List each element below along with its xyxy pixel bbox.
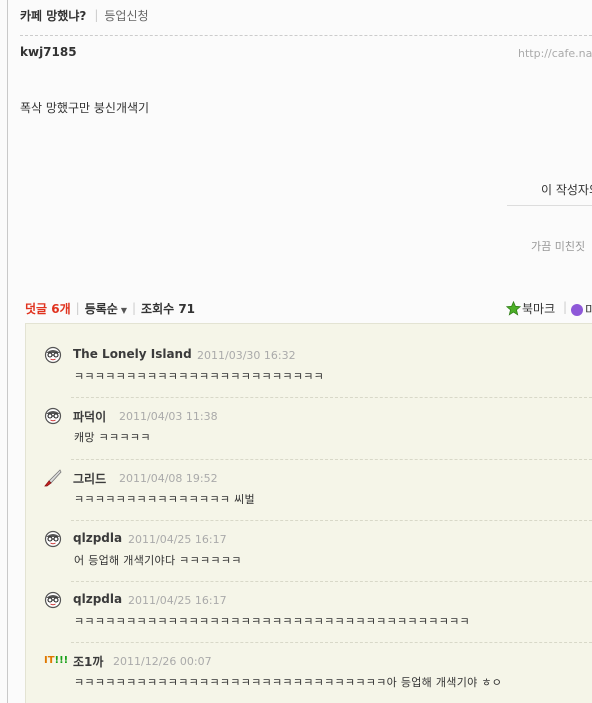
author-other-posts-label[interactable]: 이 작성자의 bbox=[541, 181, 592, 198]
comment-date: 2011/04/08 19:52 bbox=[119, 472, 218, 485]
comment-text: 어 등업해 개색기야다 ㅋㅋㅋㅋㅋㅋ bbox=[74, 554, 242, 567]
comment-bar: 덧글 6개 | 등록순 ▼ | 조회수 71 bbox=[25, 300, 195, 316]
comment-text: ㅋㅋㅋㅋㅋㅋㅋㅋㅋㅋㅋㅋㅋㅋㅋ 씨벌 bbox=[74, 493, 255, 506]
comment-divider bbox=[71, 459, 592, 460]
title-divider: | bbox=[94, 8, 99, 22]
comment-divider bbox=[71, 397, 592, 398]
post-url[interactable]: http://cafe.na bbox=[518, 47, 592, 60]
author-other-post-link[interactable]: 가끔 미친짓 bbox=[531, 238, 585, 254]
sort-dropdown[interactable]: 등록순 ▼ bbox=[85, 300, 127, 317]
comment-count[interactable]: 덧글 6개 bbox=[25, 300, 71, 317]
comment-date: 2011/04/25 16:17 bbox=[128, 533, 227, 546]
comment-text: ㅋㅋㅋㅋㅋㅋㅋㅋㅋㅋㅋㅋㅋㅋㅋㅋㅋㅋㅋㅋㅋㅋㅋㅋ bbox=[74, 370, 325, 383]
comment-date: 2011/04/03 11:38 bbox=[119, 410, 218, 423]
comment-date: 2011/03/30 16:32 bbox=[197, 349, 296, 362]
purple-circle-icon bbox=[571, 303, 583, 316]
extra-menu-button[interactable]: 미 bbox=[571, 301, 592, 318]
author-posts-divider bbox=[507, 205, 592, 206]
comment-nickname[interactable]: qlzpdla bbox=[73, 592, 122, 606]
view-count: 조회수 71 bbox=[141, 301, 196, 316]
glasses-face-icon bbox=[44, 530, 62, 548]
comment-divider bbox=[71, 520, 592, 521]
comment-nickname[interactable]: 조1까 bbox=[73, 653, 103, 670]
post-header: 카페 망했냐? | 등업신청 bbox=[20, 6, 149, 24]
comment-divider bbox=[71, 581, 592, 582]
header-divider bbox=[20, 35, 592, 36]
glasses-face-icon bbox=[44, 591, 62, 609]
comment-nickname[interactable]: The Lonely Island bbox=[73, 347, 192, 361]
chevron-down-icon: ▼ bbox=[120, 305, 127, 315]
glasses-face-icon bbox=[44, 346, 62, 364]
comment-nickname[interactable]: 그리드 bbox=[73, 470, 106, 487]
bar-divider: | bbox=[75, 301, 80, 315]
comment-nickname[interactable]: qlzpdla bbox=[73, 531, 122, 545]
comment-date: 2011/04/25 16:17 bbox=[128, 594, 227, 607]
comment-text: ㅋㅋㅋㅋㅋㅋㅋㅋㅋㅋㅋㅋㅋㅋㅋㅋㅋㅋㅋㅋㅋㅋㅋㅋㅋㅋㅋㅋㅋㅋ아 등업해 개색기야… bbox=[74, 676, 503, 689]
badge-marks: !!! bbox=[54, 655, 69, 666]
bookmark-label: 북마크 bbox=[522, 302, 556, 316]
sort-label: 등록순 bbox=[84, 301, 118, 316]
bar-divider: | bbox=[131, 301, 137, 315]
post-body: 폭삭 망했구만 붕신개색기 bbox=[20, 101, 150, 115]
comment-list: The Lonely Island 2011/03/30 16:32 ㅋㅋㅋㅋㅋ… bbox=[25, 323, 592, 703]
knife-icon bbox=[44, 469, 62, 487]
extra-menu-label: 미 bbox=[585, 303, 592, 317]
badge-text: IT bbox=[44, 655, 55, 666]
comment-divider bbox=[71, 642, 592, 643]
comment-text: 캐망 ㅋㅋㅋㅋㅋ bbox=[74, 431, 151, 444]
promo-request-link[interactable]: 등업신청 bbox=[104, 7, 148, 24]
post-title: 카페 망했냐? bbox=[20, 8, 87, 23]
content-left-border bbox=[7, 0, 8, 703]
bar-divider: | bbox=[563, 300, 568, 314]
post-author[interactable]: kwj7185 bbox=[20, 45, 77, 59]
it-badge-icon: IT!!! bbox=[44, 655, 68, 666]
glasses-face-icon bbox=[44, 407, 62, 425]
star-icon bbox=[506, 301, 521, 316]
comment-nickname[interactable]: 파덕이 bbox=[73, 408, 106, 425]
comment-date: 2011/12/26 00:07 bbox=[113, 655, 212, 668]
bookmark-button[interactable]: 북마크 bbox=[506, 300, 555, 317]
comment-text: ㅋㅋㅋㅋㅋㅋㅋㅋㅋㅋㅋㅋㅋㅋㅋㅋㅋㅋㅋㅋㅋㅋㅋㅋㅋㅋㅋㅋㅋㅋㅋㅋㅋㅋㅋㅋㅋㅋ bbox=[74, 615, 470, 628]
